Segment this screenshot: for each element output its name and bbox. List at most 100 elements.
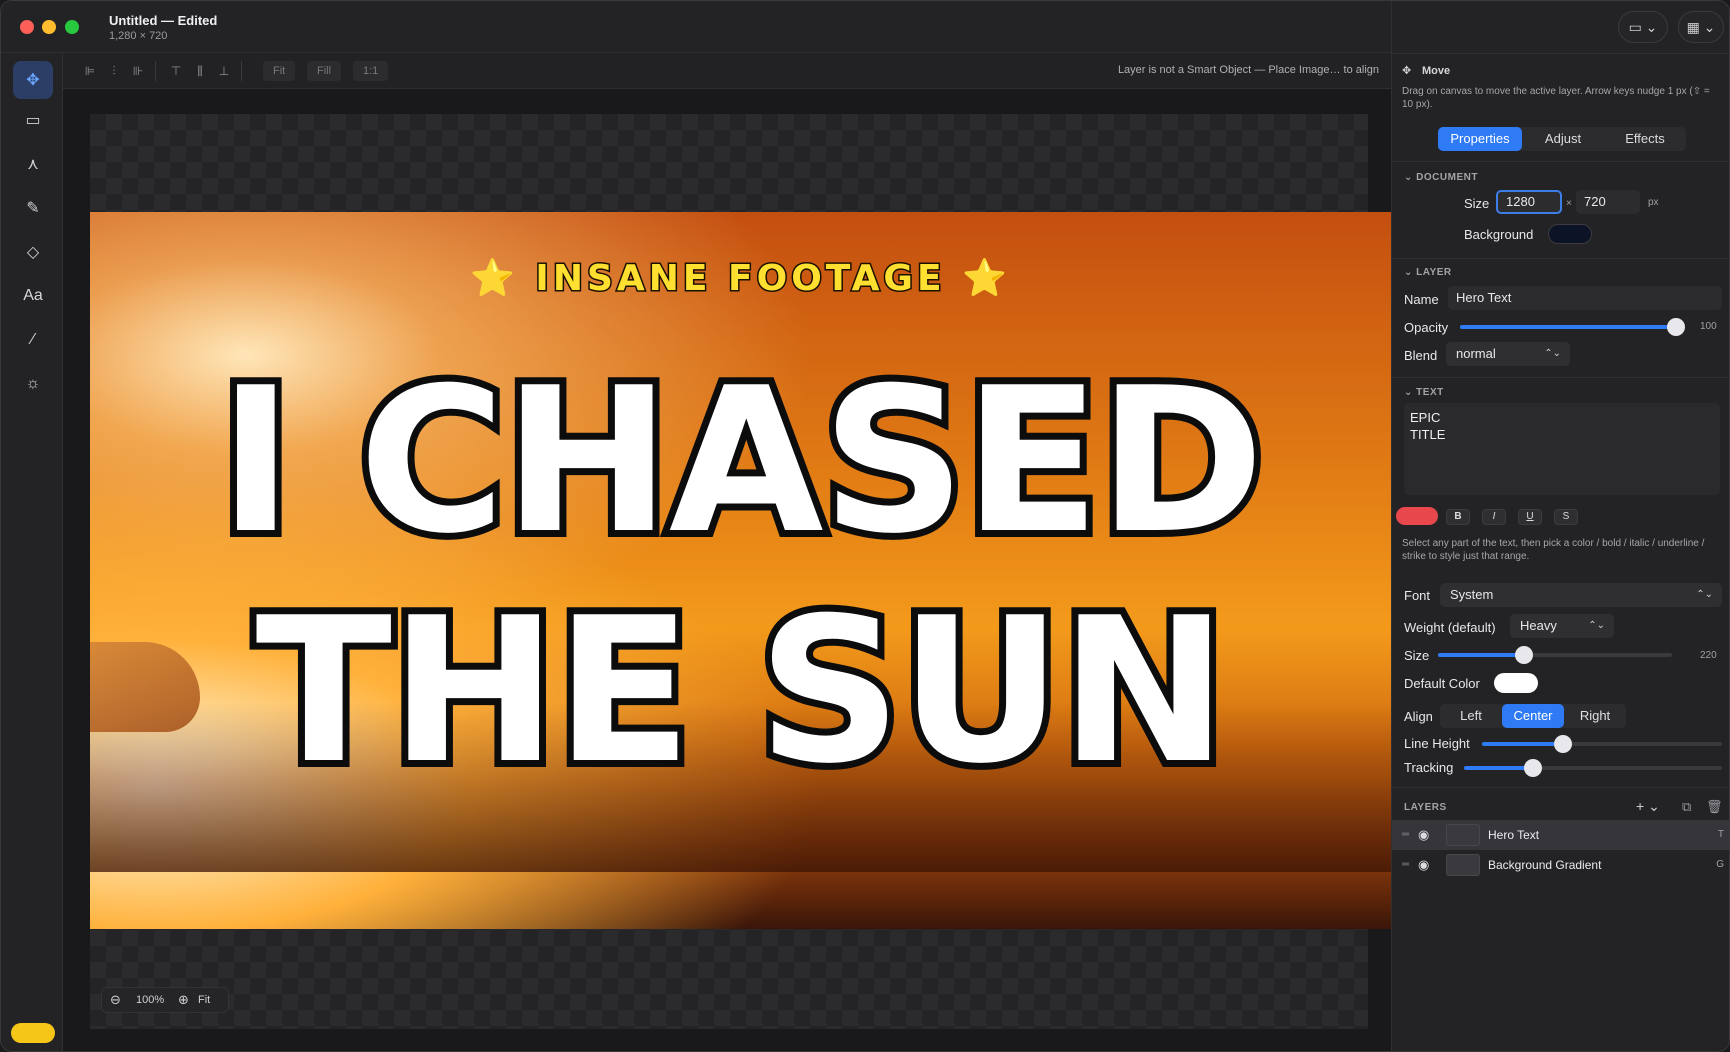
align-hint: Layer is not a Smart Object — Place Imag…: [1117, 64, 1379, 76]
close-window-button[interactable]: [20, 20, 34, 34]
hero-text-line-2[interactable]: THE SUN: [90, 585, 1391, 799]
italic-button[interactable]: I: [1482, 509, 1506, 525]
layer-section-header[interactable]: ⌄ LAYER: [1404, 267, 1452, 278]
align-left-button[interactable]: Left: [1440, 704, 1502, 728]
tool-description: Drag on canvas to move the active layer.…: [1402, 86, 1710, 110]
align-bottom-icon[interactable]: ⊥: [215, 62, 233, 80]
text-color-swatch[interactable]: [1396, 507, 1438, 525]
eyedropper-tool[interactable]: ⁄: [13, 321, 53, 359]
opacity-slider-knob[interactable]: [1667, 318, 1685, 336]
tracking-slider[interactable]: [1464, 759, 1722, 777]
move-icon: ✥: [26, 72, 40, 89]
weight-select[interactable]: Heavy ⌃⌄: [1510, 614, 1614, 638]
divider: [1392, 161, 1729, 162]
actual-size-button[interactable]: 1:1: [353, 61, 389, 81]
align-right-icon[interactable]: ⊪: [129, 62, 147, 80]
document-title: Untitled — Edited: [109, 13, 218, 28]
size-label: Size: [1404, 648, 1430, 663]
subtitle-text[interactable]: ⭐ INSANE FOOTAGE ⭐: [90, 257, 1391, 301]
minimize-window-button[interactable]: [42, 20, 56, 34]
bold-button[interactable]: B: [1446, 509, 1470, 525]
pen-tool[interactable]: ⋏: [13, 145, 53, 183]
align-hcenter-icon[interactable]: ⫶: [105, 62, 123, 80]
opacity-value: 100: [1700, 321, 1717, 332]
font-select[interactable]: System ⌃⌄: [1440, 583, 1722, 607]
align-left-icon[interactable]: ⊫: [81, 62, 99, 80]
default-color-swatch[interactable]: [1494, 673, 1538, 693]
size-label: Size: [1464, 196, 1490, 211]
align-center-button[interactable]: Center: [1502, 704, 1564, 728]
zoom-in-icon[interactable]: ⊕: [178, 992, 189, 1008]
zoom-control: ⊖ 100% ⊕ Fit: [101, 987, 229, 1013]
status-pill[interactable]: [11, 1023, 55, 1043]
zoom-out-icon[interactable]: ⊖: [110, 992, 121, 1008]
layer-row[interactable]: ═ ◉ Background Gradient G: [1392, 850, 1729, 880]
document-height-input[interactable]: 720: [1576, 190, 1640, 214]
eraser-tool[interactable]: ◇: [13, 233, 53, 271]
tool-palette: ✥ ▭ ⋏ ✎ ◇ Aa ⁄ ☼: [1, 53, 63, 1051]
layers-section-header: LAYERS: [1404, 802, 1447, 813]
font-size-slider[interactable]: [1438, 646, 1672, 664]
line-height-slider-fill: [1482, 742, 1562, 746]
font-size-slider-fill: [1438, 653, 1524, 657]
divider: [155, 61, 156, 81]
hero-text-line-1[interactable]: I CHASED: [90, 355, 1391, 569]
divider: [1392, 258, 1729, 259]
tracking-slider-knob[interactable]: [1524, 759, 1542, 777]
grid-icon: ▦ ⌄: [1686, 18, 1716, 35]
tracking-label: Tracking: [1404, 760, 1454, 775]
layer-name-label: Name: [1404, 292, 1439, 307]
background-color-swatch[interactable]: [1548, 224, 1592, 244]
zoom-fit-button[interactable]: Fit: [198, 994, 210, 1006]
drag-handle-icon[interactable]: ═: [1402, 859, 1409, 870]
opacity-slider[interactable]: [1460, 318, 1685, 336]
blend-mode-select[interactable]: normal ⌃⌄: [1446, 342, 1570, 366]
tab-properties[interactable]: Properties: [1438, 127, 1522, 151]
grid-menu-button[interactable]: ▦ ⌄: [1678, 11, 1724, 43]
canvas-area[interactable]: ⭐ INSANE FOOTAGE ⭐ I CHASED THE SUN ⊖ 10…: [63, 89, 1391, 1051]
app-window: Untitled — Edited 1,280 × 720 ✥ ▭ ⋏ ✎ ◇ …: [0, 0, 1730, 1052]
align-top-icon[interactable]: ⊤: [167, 62, 185, 80]
layer-name-input[interactable]: Hero Text: [1448, 286, 1722, 310]
font-size-slider-knob[interactable]: [1514, 646, 1533, 664]
document-width-input[interactable]: 1280: [1496, 190, 1562, 214]
eye-icon[interactable]: ◉: [1418, 827, 1429, 843]
eye-icon[interactable]: ◉: [1418, 857, 1429, 873]
move-tool[interactable]: ✥: [13, 61, 53, 99]
duplicate-icon: ⧉: [1682, 799, 1692, 814]
text-section-header[interactable]: ⌄ TEXT: [1404, 387, 1444, 398]
font-label: Font: [1404, 588, 1431, 603]
fit-button[interactable]: Fit: [263, 61, 296, 81]
selection-mode-button[interactable]: ▭ ⌄: [1618, 11, 1668, 43]
line-height-label: Line Height: [1404, 736, 1470, 751]
eraser-icon: ◇: [26, 244, 40, 261]
times-sign: ×: [1566, 198, 1572, 209]
document-section-header[interactable]: ⌄ DOCUMENT: [1404, 172, 1478, 183]
brush-tool[interactable]: ✎: [13, 189, 53, 227]
underline-button[interactable]: U: [1518, 509, 1542, 525]
strike-button[interactable]: S: [1554, 509, 1578, 525]
plus-icon: + ⌄: [1636, 798, 1660, 814]
artboard[interactable]: ⭐ INSANE FOOTAGE ⭐ I CHASED THE SUN: [90, 212, 1391, 929]
line-height-slider[interactable]: [1482, 735, 1722, 753]
delete-layer-button[interactable]: 🗑: [1706, 799, 1723, 815]
add-layer-button[interactable]: + ⌄: [1636, 798, 1660, 815]
fill-button[interactable]: Fill: [307, 61, 342, 81]
tab-effects[interactable]: Effects: [1604, 127, 1686, 151]
line-height-slider-knob[interactable]: [1554, 735, 1572, 753]
adjust-tool[interactable]: ☼: [13, 365, 53, 403]
tracking-slider-fill: [1464, 766, 1532, 770]
align-right-button[interactable]: Right: [1564, 704, 1626, 728]
zoom-level: 100%: [136, 994, 165, 1006]
marquee-tool[interactable]: ▭: [13, 101, 53, 139]
text-tool[interactable]: Aa: [13, 277, 53, 315]
layer-thumbnail: [1446, 854, 1480, 876]
tab-adjust[interactable]: Adjust: [1522, 127, 1604, 151]
zoom-window-button[interactable]: [65, 20, 79, 34]
text-content-input[interactable]: EPIC TITLE: [1404, 403, 1720, 495]
background-label: Background: [1464, 227, 1534, 242]
layer-row[interactable]: ═ ◉ Hero Text T: [1392, 820, 1729, 850]
align-vcenter-icon[interactable]: ⫼: [191, 62, 209, 80]
drag-handle-icon[interactable]: ═: [1402, 829, 1409, 840]
duplicate-layer-button[interactable]: ⧉: [1682, 799, 1691, 815]
